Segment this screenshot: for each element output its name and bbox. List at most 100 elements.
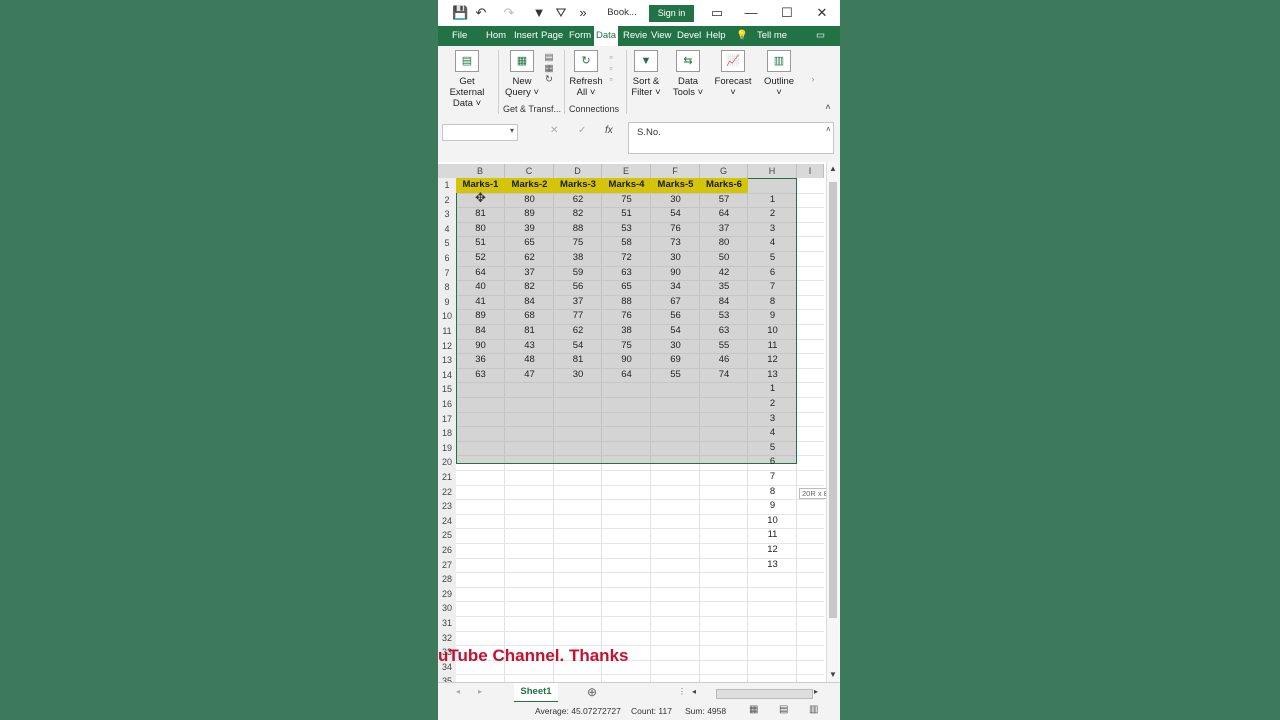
next-sheet-icon[interactable]: ▸ (478, 687, 482, 696)
cancel-icon[interactable]: ✕ (550, 125, 558, 136)
row-header[interactable]: 31 (438, 616, 456, 632)
cell[interactable]: 80 (456, 222, 505, 237)
cell[interactable]: 81 (456, 207, 505, 222)
cell[interactable]: 74 (700, 368, 748, 383)
cell[interactable]: 62 (505, 251, 554, 266)
cell[interactable]: 51 (456, 236, 505, 251)
row-header[interactable]: 26 (438, 543, 456, 559)
row-header[interactable]: 6 (438, 251, 456, 267)
cell[interactable]: 57 (700, 193, 748, 208)
normal-view-icon[interactable]: ▦ (749, 704, 758, 715)
filter-icon[interactable]: ▼ (532, 3, 546, 23)
get-external-data-button[interactable]: ▤ Get External Data ˅ (442, 50, 492, 109)
cell[interactable]: 75 (554, 236, 602, 251)
cell[interactable]: 43 (505, 339, 554, 354)
cell[interactable]: 90 (651, 266, 700, 281)
cell[interactable]: 1 (748, 382, 797, 397)
cell[interactable]: 10 (748, 514, 797, 529)
cell[interactable]: 36 (456, 353, 505, 368)
cell[interactable]: 41 (456, 295, 505, 310)
tab-formulas[interactable]: Form (569, 26, 591, 46)
cell[interactable]: 88 (602, 295, 651, 310)
row-header[interactable]: 8 (438, 280, 456, 296)
cell[interactable]: 8 (748, 485, 797, 500)
cell[interactable]: 1 (748, 193, 797, 208)
cell[interactable]: Marks-6 (700, 178, 748, 193)
enter-icon[interactable]: ✓ (578, 125, 586, 136)
cell[interactable]: 5 (748, 441, 797, 456)
cell[interactable]: 38 (602, 324, 651, 339)
column-header[interactable]: C (505, 164, 554, 178)
save-icon[interactable]: 💾 (452, 3, 468, 23)
undo-icon[interactable]: ↶ (474, 3, 488, 23)
cell[interactable]: 89 (456, 309, 505, 324)
cell[interactable]: 50 (700, 251, 748, 266)
row-header[interactable]: 7 (438, 265, 456, 282)
cell[interactable]: 82 (554, 207, 602, 222)
cell[interactable]: 6 (748, 455, 797, 470)
cell[interactable]: 48 (505, 353, 554, 368)
cell[interactable]: Marks-3 (554, 178, 602, 193)
row-header[interactable]: 1 (438, 178, 456, 194)
cell[interactable]: 62 (554, 193, 602, 208)
cell[interactable]: 55 (700, 339, 748, 354)
cell[interactable]: 77 (554, 309, 602, 324)
page-layout-view-icon[interactable]: ▤ (779, 704, 788, 715)
cell[interactable]: 4 (748, 236, 797, 251)
row-header[interactable]: 9 (438, 294, 456, 311)
add-sheet-icon[interactable]: ⊕ (587, 685, 597, 699)
cell[interactable]: 38 (554, 251, 602, 266)
outline-button[interactable]: ▥ Outline ˅ (760, 50, 798, 98)
row-header[interactable]: 20 (438, 455, 456, 471)
cell[interactable]: 80 (505, 193, 554, 208)
insert-function-icon[interactable]: fx (605, 125, 613, 136)
cell[interactable]: 67 (651, 295, 700, 310)
cell[interactable]: 84 (700, 295, 748, 310)
row-header[interactable]: 30 (438, 601, 456, 617)
cell[interactable]: 59 (554, 266, 602, 281)
refresh-all-button[interactable]: ↻ Refresh All ˅ (568, 50, 604, 98)
cell[interactable]: 47 (505, 368, 554, 383)
horizontal-scrollbar[interactable] (716, 689, 813, 699)
cell[interactable]: 54 (554, 339, 602, 354)
cell[interactable]: 56 (554, 280, 602, 295)
cell[interactable]: 9 (748, 499, 797, 514)
cell[interactable]: Marks-4 (602, 178, 651, 193)
cell[interactable]: 7 (748, 280, 797, 295)
tab-developer[interactable]: Devel (677, 26, 701, 46)
scroll-down-icon[interactable]: ▼ (829, 670, 837, 679)
more-commands-icon[interactable]: » (578, 3, 588, 23)
cell[interactable]: 76 (602, 309, 651, 324)
cell[interactable]: 2 (748, 207, 797, 222)
row-header[interactable]: 3 (438, 207, 456, 223)
cell[interactable]: 6 (748, 266, 797, 281)
cell[interactable]: 88 (554, 222, 602, 237)
cell[interactable]: 69 (651, 353, 700, 368)
cell[interactable]: 53 (700, 309, 748, 324)
cell[interactable]: 64 (602, 368, 651, 383)
row-header[interactable]: 2 (438, 192, 456, 209)
scroll-right-icon[interactable]: ▸ (814, 687, 818, 696)
cell[interactable]: 3 (748, 412, 797, 427)
row-header[interactable]: 11 (438, 324, 456, 340)
cell[interactable]: 64 (700, 207, 748, 222)
cell[interactable]: 7 (748, 470, 797, 485)
cell[interactable]: 82 (505, 280, 554, 295)
tab-review[interactable]: Revie (623, 26, 647, 46)
cell[interactable]: 40 (456, 280, 505, 295)
cell[interactable]: 30 (651, 339, 700, 354)
row-header[interactable]: 25 (438, 528, 456, 544)
vertical-scrollbar[interactable]: ▲ ▼ (826, 162, 839, 682)
cell[interactable]: 46 (700, 353, 748, 368)
column-header[interactable]: D (554, 164, 602, 178)
cell[interactable]: 72 (602, 251, 651, 266)
cell[interactable]: Marks-2 (505, 178, 554, 193)
tab-home[interactable]: Hom (486, 26, 506, 46)
column-header[interactable]: G (700, 164, 748, 178)
cell[interactable]: 90 (602, 353, 651, 368)
prev-sheet-icon[interactable]: ◂ (456, 687, 460, 696)
tab-help[interactable]: Help (706, 26, 726, 46)
cell[interactable]: 35 (700, 280, 748, 295)
column-header[interactable]: H (748, 164, 797, 178)
cell[interactable]: 81 (554, 353, 602, 368)
